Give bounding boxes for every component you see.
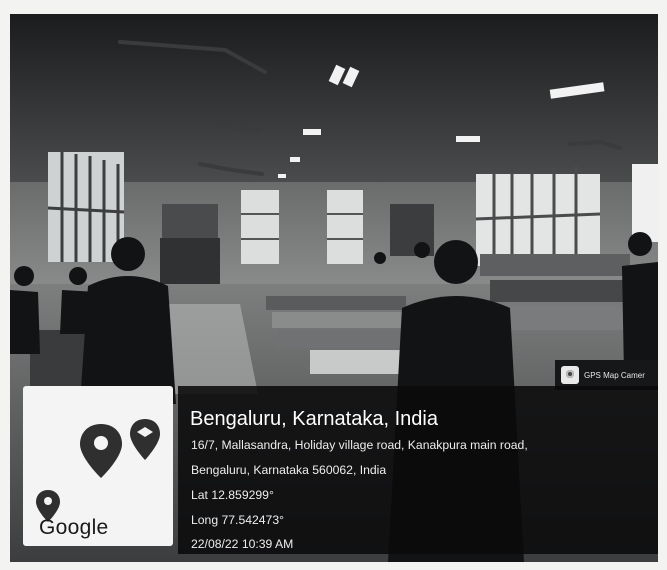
gps-map-camera-icon	[561, 366, 579, 384]
left-windows	[47, 152, 125, 262]
longitude: Long 77.542473°	[191, 513, 284, 527]
map-thumbnail: Google	[23, 386, 173, 546]
map-pin-small-icon	[130, 419, 160, 460]
latitude: Lat 12.859299°	[191, 488, 274, 502]
location-title: Bengaluru, Karnataka, India	[190, 408, 438, 430]
map-pin-icon	[80, 424, 122, 478]
gps-badge-label: GPS Map Camer	[584, 370, 645, 380]
address-line-2: Bengaluru, Karnataka 560062, India	[191, 463, 387, 477]
timestamp: 22/08/22 10:39 AM	[191, 537, 294, 551]
address-line-1: 16/7, Mallasandra, Holiday village road,…	[191, 438, 528, 452]
location-info-panel: Bengaluru, Karnataka, India 16/7, Mallas…	[178, 386, 658, 554]
google-logo: Google	[39, 516, 109, 539]
